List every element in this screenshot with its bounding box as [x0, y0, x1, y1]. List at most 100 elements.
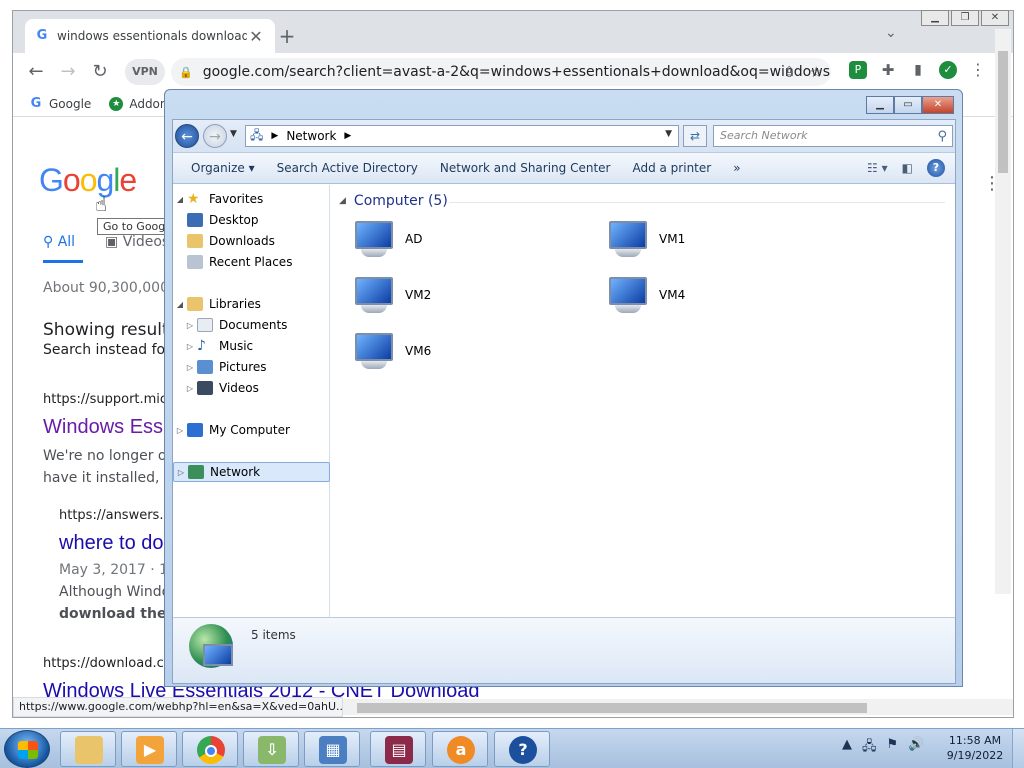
nav-libraries[interactable]: ◢ Libraries — [173, 294, 330, 314]
nav-videos[interactable]: ▷ Videos — [173, 378, 330, 398]
address-bar[interactable]: 🔒 google.com/search?client=avast-a-2&q=w… — [171, 58, 831, 86]
organize-button[interactable]: Organize ▾ — [183, 161, 263, 175]
tab-all-label: All — [57, 234, 76, 250]
minimize-button[interactable]: ▁ — [866, 96, 894, 114]
taskbar-help[interactable]: ? — [494, 731, 550, 767]
vpn-button[interactable]: VPN — [125, 59, 165, 85]
computer-item-vm4[interactable]: VM4 — [605, 275, 685, 315]
control-panel-icon: ▦ — [319, 736, 347, 764]
nav-music[interactable]: ▷ ♪ Music — [173, 336, 330, 356]
clock[interactable]: 11:58 AM 9/19/2022 — [940, 733, 1010, 763]
computer-item-vm1[interactable]: VM1 — [605, 219, 685, 259]
taskbar-winrar[interactable]: ▤ — [370, 731, 426, 767]
result-title-link[interactable]: Windows Ess — [43, 416, 163, 439]
refresh-icon[interactable]: ⇄ — [683, 125, 707, 147]
nav-favorites[interactable]: ◢ ★ Favorites — [173, 189, 330, 209]
result-title-link[interactable]: where to do — [59, 532, 164, 555]
collapse-triangle-icon[interactable]: ◢ — [173, 195, 187, 204]
taskbar-network-tool[interactable]: ⇩ — [243, 731, 299, 767]
extensions-puzzle-icon[interactable]: ✚ — [879, 61, 897, 79]
recent-pages-chevron-icon[interactable]: ▼ — [230, 129, 237, 139]
expand-triangle-icon[interactable]: ▷ — [174, 468, 188, 477]
new-tab-button[interactable]: + — [275, 24, 299, 48]
bookmark-google[interactable]: G Google — [29, 96, 92, 111]
show-hidden-icons-icon[interactable]: ▲ — [842, 737, 852, 759]
nav-documents[interactable]: ▷ Documents — [173, 315, 330, 335]
tab-videos[interactable]: ▣ Videos — [105, 234, 169, 250]
back-arrow-icon[interactable]: ← — [175, 124, 199, 148]
start-button[interactable] — [4, 730, 50, 768]
nav-label: Music — [219, 339, 254, 353]
expand-triangle-icon[interactable]: ▷ — [183, 384, 197, 393]
breadcrumb-separator-icon[interactable]: ▶ — [344, 131, 351, 141]
vertical-scrollbar-thumb[interactable] — [998, 51, 1008, 173]
show-desktop-button[interactable] — [1012, 729, 1024, 768]
help-icon[interactable]: ? — [927, 159, 945, 177]
expand-triangle-icon[interactable]: ▷ — [173, 426, 187, 435]
reload-icon[interactable]: ↻ — [89, 61, 111, 83]
nav-desktop[interactable]: Desktop — [173, 210, 330, 230]
computer-item-vm6[interactable]: VM6 — [351, 331, 431, 371]
expand-triangle-icon[interactable]: ▷ — [183, 342, 197, 351]
nav-network[interactable]: ▷ Network — [173, 462, 330, 482]
network-sharing-center-button[interactable]: Network and Sharing Center — [432, 161, 619, 175]
back-arrow-icon[interactable]: ← — [25, 61, 47, 83]
group-header[interactable]: ◢ Computer (5) — [339, 193, 448, 209]
clock-time: 11:58 AM — [948, 734, 1002, 747]
address-dropdown-icon[interactable]: ▼ — [665, 129, 672, 139]
tab-all[interactable]: ⚲ All — [43, 234, 75, 250]
expand-triangle-icon[interactable]: ▷ — [183, 321, 197, 330]
hand-cursor-icon: ☝ — [95, 192, 108, 216]
breadcrumb-network[interactable]: Network — [286, 129, 336, 143]
bookmark-star-icon[interactable]: ☆ — [810, 63, 823, 81]
collapse-triangle-icon[interactable]: ◢ — [339, 196, 346, 206]
command-bar: Organize ▾ Search Active Directory Netwo… — [173, 152, 955, 184]
computer-item-vm2[interactable]: VM2 — [351, 275, 431, 315]
more-commands-button[interactable]: » — [725, 161, 748, 175]
action-center-flag-icon[interactable]: ⚑ — [887, 737, 899, 759]
share-icon[interactable]: ⇪ — [783, 63, 796, 81]
network-status-icon[interactable]: 🖧 — [862, 737, 877, 759]
nav-downloads[interactable]: Downloads — [173, 231, 330, 251]
tab-videos-label: Videos — [122, 234, 170, 250]
forward-arrow-icon[interactable]: → — [203, 124, 227, 148]
nav-label: Videos — [219, 381, 259, 395]
add-printer-button[interactable]: Add a printer — [624, 161, 719, 175]
close-button[interactable]: ✕ — [981, 10, 1009, 26]
collapse-triangle-icon[interactable]: ◢ — [173, 300, 187, 309]
expand-triangle-icon[interactable]: ▷ — [183, 363, 197, 372]
nav-label: Desktop — [209, 213, 259, 227]
minimize-button[interactable]: ▁ — [921, 10, 949, 26]
taskbar-avast[interactable]: a — [432, 731, 488, 767]
taskbar-media-player[interactable]: ▶ — [121, 731, 177, 767]
search-instead-text[interactable]: Search instead for — [43, 342, 171, 358]
change-view-icon[interactable]: ☷ ▾ — [867, 161, 888, 175]
avast-shield-icon[interactable]: ✓ — [939, 61, 957, 79]
google-favicon-icon: G — [36, 28, 48, 43]
google-logo[interactable]: Google — [39, 162, 137, 199]
browser-menu-icon[interactable]: ⋮ — [969, 61, 987, 79]
breadcrumb-separator-icon[interactable]: ▶ — [271, 131, 278, 141]
taskbar-control-panel[interactable]: ▦ — [304, 731, 360, 767]
preview-pane-icon[interactable]: ◧ — [902, 161, 913, 175]
nav-pictures[interactable]: ▷ Pictures — [173, 357, 330, 377]
horizontal-scrollbar-thumb[interactable] — [357, 703, 867, 713]
volume-icon[interactable]: 🔊 — [908, 737, 924, 759]
nav-my-computer[interactable]: ▷ My Computer — [173, 420, 330, 440]
maximize-button[interactable]: ▭ — [894, 96, 922, 114]
close-button[interactable]: ✕ — [922, 96, 954, 114]
address-bar[interactable]: 🖧 ▶ Network ▶ ▼ — [245, 125, 679, 147]
taskbar-chrome[interactable] — [182, 731, 238, 767]
extension-p-icon[interactable]: P — [849, 61, 867, 79]
computer-item-ad[interactable]: AD — [351, 219, 422, 259]
taskbar-explorer[interactable] — [60, 731, 116, 767]
nav-recent-places[interactable]: Recent Places — [173, 252, 330, 272]
forward-arrow-icon[interactable]: → — [57, 61, 79, 83]
tab-close-icon[interactable]: ✕ — [247, 27, 265, 46]
side-panel-icon[interactable]: ▮ — [909, 61, 927, 79]
search-active-directory-button[interactable]: Search Active Directory — [269, 161, 426, 175]
browser-tab[interactable]: G windows essentionals download ✕ — [25, 19, 275, 53]
search-input[interactable]: Search Network ⚲ — [713, 125, 953, 147]
tab-search-chevron-icon[interactable]: ⌄ — [885, 25, 897, 41]
restore-button[interactable]: ❐ — [951, 10, 979, 26]
